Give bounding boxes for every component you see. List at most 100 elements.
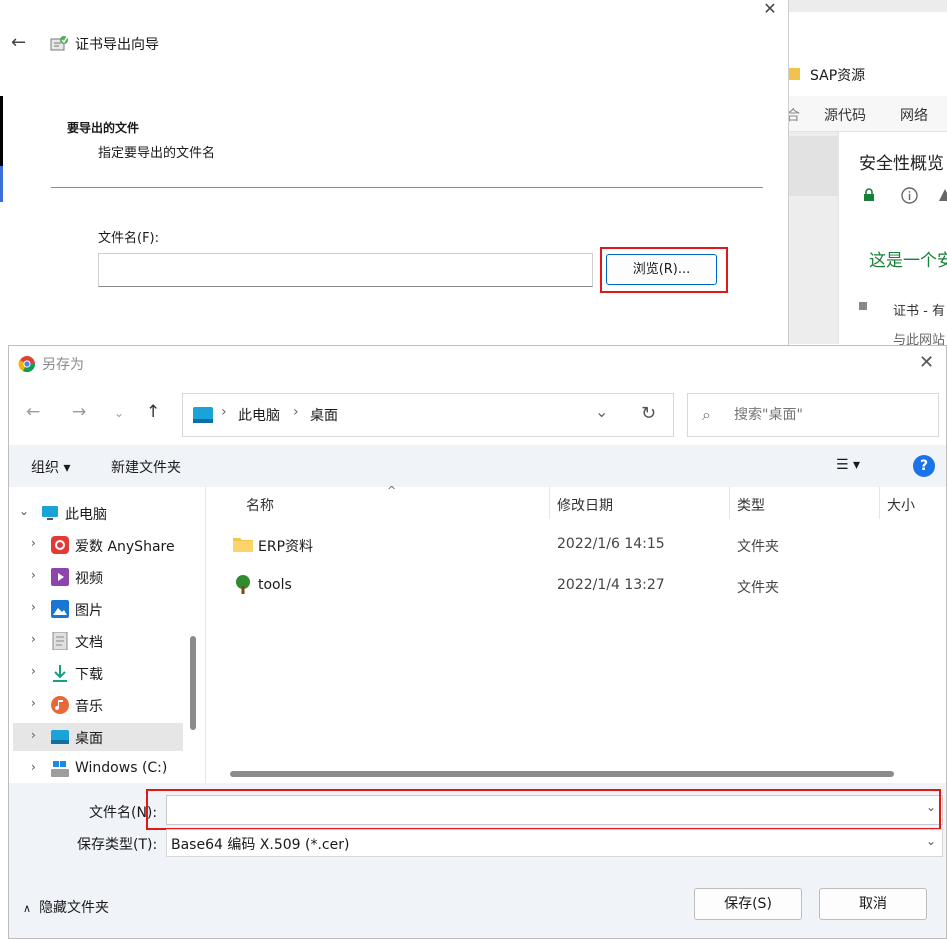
command-bar: 组织 ▾ 新建文件夹 ☰ ▾ ? [9, 445, 946, 487]
secure-page-text: 这是一个安 [869, 251, 947, 271]
tree-item-windows-c[interactable]: › Windows (C:) [9, 755, 184, 783]
devtools-tab-network[interactable]: 网络 [900, 105, 928, 125]
expand-arrow-icon[interactable]: › [31, 760, 36, 774]
breadcrumb-separator-icon: › [221, 404, 227, 420]
wizard-filename-input[interactable] [98, 253, 593, 287]
divider [51, 187, 763, 188]
column-header-size[interactable]: 大小 [887, 495, 915, 515]
security-overview-title: 安全性概览 [859, 154, 944, 174]
search-box[interactable]: ⌕ [687, 393, 939, 437]
column-separator[interactable] [549, 487, 550, 519]
breadcrumb-this-pc[interactable]: 此电脑 [238, 405, 280, 425]
organize-menu[interactable]: 组织 ▾ [31, 457, 70, 477]
tree-item-this-pc[interactable]: ⌄ 此电脑 [9, 499, 184, 527]
tree-folder-icon [236, 575, 250, 594]
expand-arrow-icon[interactable]: › [31, 632, 36, 646]
expand-arrow-icon[interactable]: › [31, 728, 36, 742]
navigation-pane: ⌄ 此电脑 › 爱数 AnyShare › 视频 › 图片 › 文档 › 下载 … [9, 487, 186, 783]
address-dropdown-icon[interactable]: ⌄ [595, 402, 608, 421]
nav-forward-icon[interactable]: → [72, 402, 86, 422]
tree-label: 爱数 AnyShare [75, 539, 175, 555]
file-row[interactable]: tools 2022/1/4 13:27 文件夹 [206, 568, 947, 604]
collapse-arrow-icon[interactable]: ⌄ [19, 504, 29, 518]
breadcrumb-desktop[interactable]: 桌面 [310, 405, 338, 425]
tree-label: 音乐 [75, 699, 103, 715]
certificate-wizard-icon [50, 36, 68, 51]
browse-button[interactable]: 浏览(R)... [606, 254, 717, 285]
devtools-tab-sources[interactable]: 源代码 [824, 105, 866, 125]
bookmark-folder-label[interactable]: SAP资源 [810, 65, 865, 85]
cancel-button[interactable]: 取消 [819, 888, 927, 920]
devtools-tabs: 合 源代码 网络 [786, 96, 947, 132]
column-header-type[interactable]: 类型 [737, 495, 765, 515]
file-type: 文件夹 [737, 580, 779, 596]
tree-item-downloads[interactable]: › 下载 [9, 659, 184, 687]
save-as-dialog: 另存为 ✕ ← → ⌄ ↑ › 此电脑 › 桌面 ⌄ ↻ ⌕ 组织 ▾ 新建文件… [8, 345, 947, 939]
tree-item-anyshare[interactable]: › 爱数 AnyShare [9, 531, 184, 559]
video-icon [51, 568, 69, 586]
tree-label: 桌面 [75, 731, 103, 747]
chevron-down-icon[interactable]: ⌄ [926, 834, 936, 848]
nav-back-icon[interactable]: ← [26, 402, 40, 422]
expand-arrow-icon[interactable]: › [31, 696, 36, 710]
expand-arrow-icon[interactable]: › [31, 600, 36, 614]
expand-arrow-icon[interactable]: › [31, 536, 36, 550]
tree-item-desktop[interactable]: › 桌面 [13, 723, 183, 751]
tree-label: 图片 [75, 603, 103, 619]
tree-scrollbar[interactable] [190, 636, 196, 730]
certificate-item: 证书 - 有 [893, 304, 945, 319]
tree-label: 视频 [75, 571, 103, 587]
refresh-icon[interactable]: ↻ [641, 403, 656, 424]
pc-icon [42, 506, 58, 520]
folder-icon [233, 538, 253, 552]
wizard-section-subheading: 指定要导出的文件名 [98, 146, 216, 161]
wizard-close-button[interactable]: ✕ [758, 0, 782, 20]
search-icon: ⌕ [702, 405, 711, 424]
desktop-icon [193, 407, 213, 423]
sort-ascending-icon: ^ [387, 484, 397, 497]
expand-arrow-icon[interactable]: › [31, 664, 36, 678]
tree-label: Windows (C:) [75, 760, 168, 776]
picture-icon [51, 600, 69, 618]
column-header-name[interactable]: 名称 [246, 495, 274, 515]
column-separator[interactable] [879, 487, 880, 519]
view-options-icon[interactable]: ☰ ▾ [836, 457, 860, 473]
file-row[interactable]: ERP资料 2022/1/6 14:15 文件夹 [206, 527, 947, 563]
help-icon[interactable]: ? [913, 455, 935, 477]
new-folder-button[interactable]: 新建文件夹 [111, 457, 181, 477]
wizard-section-heading: 要导出的文件 [67, 121, 140, 135]
hide-folders-toggle[interactable]: ∧ 隐藏文件夹 [23, 897, 109, 917]
tree-item-music[interactable]: › 音乐 [9, 691, 184, 719]
tree-item-documents[interactable]: › 文档 [9, 627, 184, 655]
drive-icon [51, 761, 69, 777]
file-modified: 2022/1/4 13:27 [557, 577, 665, 593]
save-button[interactable]: 保存(S) [694, 888, 802, 920]
document-icon [52, 632, 68, 650]
tree-item-pictures[interactable]: › 图片 [9, 595, 184, 623]
recent-dropdown-icon[interactable]: ⌄ [114, 406, 124, 420]
folder-icon [788, 68, 800, 80]
column-header-modified[interactable]: 修改日期 [557, 495, 613, 515]
filetype-select[interactable]: Base64 编码 X.509 (*.cer) ⌄ [166, 829, 943, 857]
desktop-icon [51, 730, 69, 744]
hide-folders-label: 隐藏文件夹 [39, 900, 110, 916]
up-folder-icon[interactable]: ↑ [146, 402, 160, 422]
wizard-filename-label: 文件名(F): [98, 231, 160, 246]
browser-tab-strip [788, 0, 947, 12]
save-as-close-button[interactable]: ✕ [919, 352, 934, 373]
lock-icon [864, 188, 874, 201]
column-separator[interactable] [729, 487, 730, 519]
back-arrow-icon[interactable]: ← [11, 32, 31, 54]
horizontal-scrollbar[interactable] [230, 771, 894, 777]
filetype-label: 保存类型(T): [77, 837, 158, 853]
tree-item-videos[interactable]: › 视频 [9, 563, 184, 591]
save-as-title: 另存为 [42, 357, 84, 373]
tree-label: 文档 [75, 635, 103, 651]
search-input[interactable] [732, 402, 932, 428]
breadcrumb-separator-icon: › [293, 404, 299, 420]
file-name: ERP资料 [258, 539, 314, 555]
address-bar[interactable]: › 此电脑 › 桌面 ⌄ ↻ [182, 393, 674, 437]
security-panel: 安全性概览 这是一个安 证书 - 有 与此网站 [838, 132, 947, 348]
expand-arrow-icon[interactable]: › [31, 568, 36, 582]
chevron-up-icon: ∧ [23, 902, 32, 915]
